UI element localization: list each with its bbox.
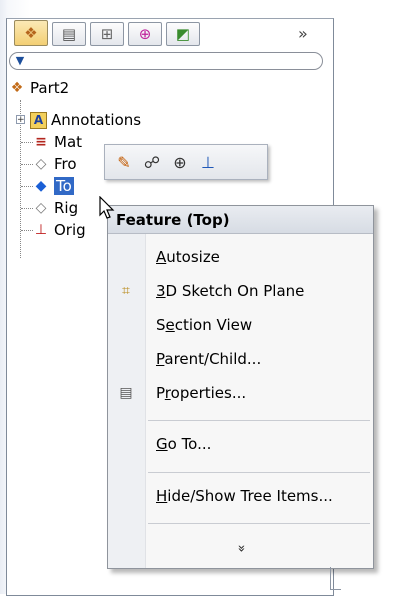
menu-item-section-view[interactable]: Section View <box>108 310 373 340</box>
tree-item-label: To <box>54 177 74 195</box>
context-toolbar: ✎ ☍ ⊕ ⊥ <box>104 144 268 180</box>
tree-item-origin[interactable]: ⊥ Orig <box>32 220 86 240</box>
tree-item-label: Annotations <box>51 111 142 129</box>
menu-separator <box>148 472 370 473</box>
menu-title: Feature (Top) <box>108 206 373 234</box>
panel-resize-notch <box>330 567 341 590</box>
material-icon: ≡ <box>35 134 47 150</box>
mouse-pointer-icon <box>99 196 115 219</box>
plane-icon: ◇ <box>35 156 47 172</box>
tree-root-part[interactable]: ❖ Part2 <box>8 78 69 98</box>
annotations-icon: A <box>30 111 47 129</box>
menu-item-label: Go To... <box>156 435 212 453</box>
menu-item-autosize[interactable]: Autosize <box>108 242 373 272</box>
plane-selected-icon: ◆ <box>35 178 47 194</box>
menu-item-properties[interactable]: ▤ Properties... <box>108 378 373 408</box>
context-menu: Feature (Top) Autosize ⌗ 3D Sketch On Pl… <box>107 205 374 569</box>
tree-item-label: Fro <box>54 155 77 173</box>
menu-item-label: Parent/Child... <box>156 350 262 368</box>
expand-annotations-toggle[interactable]: + <box>16 115 25 125</box>
normal-to-icon[interactable]: ⊥ <box>197 152 219 174</box>
menu-item-label: Hide/Show Tree Items... <box>156 487 333 505</box>
menu-item-label: Autosize <box>156 248 220 266</box>
menu-item-hide-show-tree-items[interactable]: Hide/Show Tree Items... <box>108 481 373 511</box>
edit-sketch-icon[interactable]: ✎ <box>113 152 135 174</box>
origin-icon: ⊥ <box>34 222 48 238</box>
menu-item-3d-sketch-on-plane[interactable]: ⌗ 3D Sketch On Plane <box>108 276 373 306</box>
menu-item-label: Properties... <box>156 384 247 402</box>
properties-icon: ▤ <box>119 385 133 401</box>
menu-item-label: Section View <box>156 316 253 334</box>
sketch-3d-icon: ⌗ <box>122 283 130 299</box>
tree-item-label: Rig <box>54 199 79 217</box>
tree-item-label: Mat <box>54 133 83 151</box>
tree-item-right-plane[interactable]: ◇ Rig <box>32 198 79 218</box>
menu-separator <box>148 523 370 524</box>
tree-root-label: Part2 <box>30 79 70 97</box>
zoom-to-selection-icon[interactable]: ⊕ <box>169 152 191 174</box>
expand-menu-chevron-icon[interactable]: » <box>108 541 373 561</box>
menu-item-label: 3D Sketch On Plane <box>156 282 305 300</box>
tree-item-label: Orig <box>54 221 86 239</box>
tree-item-front-plane[interactable]: ◇ Fro <box>32 154 77 174</box>
view-sketch-icon[interactable]: ☍ <box>141 152 163 174</box>
tree-item-annotations[interactable]: A Annotations <box>30 110 141 130</box>
menu-item-parent-child[interactable]: Parent/Child... <box>108 344 373 374</box>
menu-separator <box>148 420 370 421</box>
plane-icon: ◇ <box>35 200 47 216</box>
menu-item-go-to[interactable]: Go To... <box>108 429 373 459</box>
part-icon: ❖ <box>10 80 24 96</box>
tree-item-top-plane[interactable]: ◆ To <box>32 176 74 196</box>
tree-item-material[interactable]: ≡ Mat <box>32 132 82 152</box>
